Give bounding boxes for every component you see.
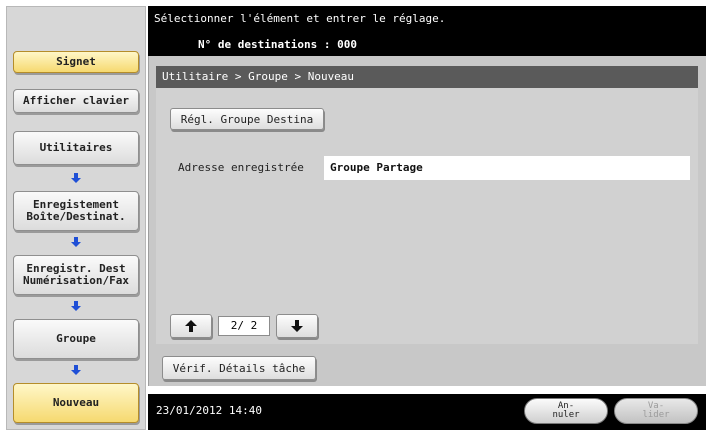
page-indicator: 2/ 2 bbox=[218, 316, 270, 336]
check-job-details-button[interactable]: Vérif. Détails tâche bbox=[162, 356, 316, 380]
page-up-button[interactable] bbox=[170, 314, 212, 338]
group-destination-settings-button[interactable]: Régl. Groupe Destina bbox=[170, 108, 324, 130]
registered-address-row[interactable]: Adresse enregistrée Groupe Partage bbox=[172, 156, 690, 180]
sidebar-step-enregistr-dest[interactable]: Enregistr. Dest Numérisation/Fax bbox=[13, 255, 139, 295]
arrow-down-icon bbox=[71, 173, 81, 183]
sidebar-step-groupe[interactable]: Groupe bbox=[13, 319, 139, 359]
bookmark-button[interactable]: Signet bbox=[13, 51, 139, 73]
arrow-down-icon bbox=[71, 301, 81, 311]
sidebar-step-enregistrement-boite[interactable]: Enregistement Boîte/Destinat. bbox=[13, 191, 139, 231]
breadcrumb: Utilitaire > Groupe > Nouveau bbox=[156, 66, 698, 88]
sidebar: Signet Afficher clavier Utilitaires Enre… bbox=[6, 6, 146, 430]
destination-count: N° de destinations : 000 bbox=[198, 38, 357, 51]
show-keyboard-button[interactable]: Afficher clavier bbox=[13, 89, 139, 113]
instruction-text: Sélectionner l'élément et entrer le régl… bbox=[154, 12, 446, 25]
registered-address-value[interactable]: Groupe Partage bbox=[324, 156, 690, 180]
sidebar-step-utilitaires[interactable]: Utilitaires bbox=[13, 131, 139, 165]
datetime: 23/01/2012 14:40 bbox=[156, 404, 262, 417]
arrow-down-icon bbox=[71, 237, 81, 247]
arrow-up-icon bbox=[185, 320, 197, 332]
arrow-down-icon bbox=[291, 320, 303, 332]
page-down-button[interactable] bbox=[276, 314, 318, 338]
cancel-button[interactable]: An- nuler bbox=[524, 398, 608, 424]
header-bar: Sélectionner l'élément et entrer le régl… bbox=[148, 6, 706, 56]
sidebar-step-nouveau[interactable]: Nouveau bbox=[13, 383, 139, 423]
arrow-down-icon bbox=[71, 365, 81, 375]
registered-address-label: Adresse enregistrée bbox=[178, 161, 304, 174]
validate-button[interactable]: Va- lider bbox=[614, 398, 698, 424]
